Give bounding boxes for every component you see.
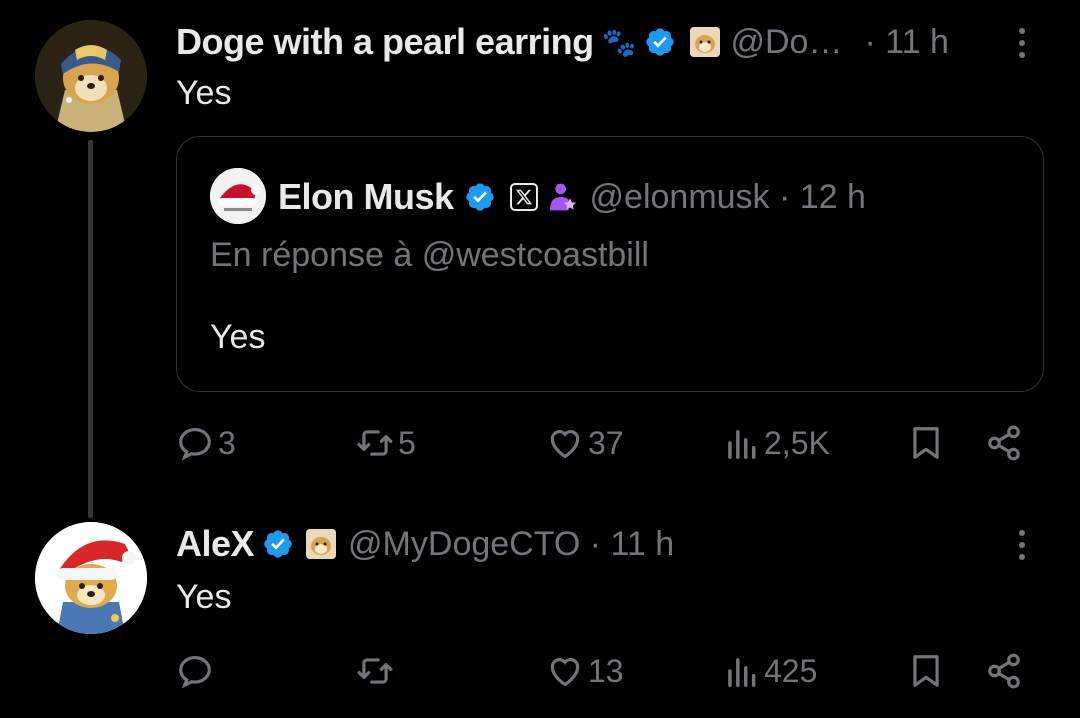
repost-count: 5	[398, 424, 416, 461]
bookmark-button[interactable]	[907, 652, 945, 695]
author-handle-time[interactable]: @MyDogeCTO · 11 h	[348, 525, 674, 564]
bookmark-icon	[913, 427, 939, 459]
like-button[interactable]: 13	[546, 652, 624, 690]
repost-button[interactable]: 5	[356, 424, 416, 462]
verified-icon[interactable]	[262, 528, 294, 560]
views-button[interactable]: 425	[722, 652, 817, 690]
more-icon[interactable]	[1019, 530, 1025, 560]
views-count: 2,5K	[764, 424, 830, 461]
tweet-time[interactable]: · 11 h	[864, 23, 948, 62]
bookmark-icon	[913, 655, 939, 687]
reply-count: 3	[218, 424, 236, 461]
share-button[interactable]	[985, 652, 1023, 695]
share-icon	[988, 653, 1020, 689]
tweet-header: Doge with a pearl earring 🐾 @Do… · 11 h	[176, 20, 949, 64]
thread-line	[88, 140, 93, 518]
views-count: 425	[764, 652, 818, 689]
verified-icon[interactable]	[464, 181, 496, 213]
author-name[interactable]: AleX	[176, 523, 255, 565]
doge-badge-icon[interactable]	[306, 529, 337, 559]
share-icon	[988, 425, 1020, 461]
like-count: 13	[588, 652, 624, 689]
doge-badge-icon[interactable]	[690, 27, 721, 57]
like-button[interactable]: 37	[546, 424, 624, 462]
reply-context[interactable]: En réponse à @westcoastbill	[210, 236, 649, 275]
tweet-text: Yes	[176, 74, 232, 112]
repost-icon	[357, 658, 393, 684]
reply-icon	[179, 655, 211, 689]
bookmark-button[interactable]	[907, 424, 945, 467]
x-logo-icon[interactable]	[509, 183, 538, 211]
repost-icon	[357, 430, 393, 456]
like-count: 37	[588, 424, 624, 461]
quote-handle-time[interactable]: @elonmusk · 12 h	[590, 178, 866, 217]
views-icon	[728, 658, 756, 687]
views-button[interactable]: 2,5K	[722, 424, 830, 462]
quote-author-name[interactable]: Elon Musk	[278, 176, 454, 218]
tweet-header: AleX @MyDogeCTO · 11 h	[176, 522, 674, 566]
repost-button[interactable]	[356, 652, 398, 690]
more-icon[interactable]	[1019, 28, 1025, 58]
reply-button[interactable]: 3	[176, 424, 236, 462]
quote-avatar	[210, 168, 266, 224]
quote-header: Elon Musk @elonmusk · 12 h	[278, 175, 866, 219]
affiliate-icon[interactable]	[546, 181, 578, 213]
avatar[interactable]	[35, 522, 147, 634]
author-handle[interactable]: @Do…	[730, 23, 842, 62]
author-name[interactable]: Doge with a pearl earring	[176, 21, 594, 63]
views-icon	[728, 430, 756, 459]
paw-icon: 🐾	[601, 26, 637, 58]
avatar[interactable]	[35, 20, 147, 132]
verified-icon[interactable]	[644, 26, 676, 58]
like-icon	[550, 430, 580, 459]
like-icon	[550, 658, 580, 687]
tweet-text: Yes	[176, 578, 232, 616]
quote-text: Yes	[210, 318, 266, 356]
reply-button[interactable]	[176, 652, 218, 690]
reply-icon	[179, 427, 211, 461]
share-button[interactable]	[985, 424, 1023, 467]
